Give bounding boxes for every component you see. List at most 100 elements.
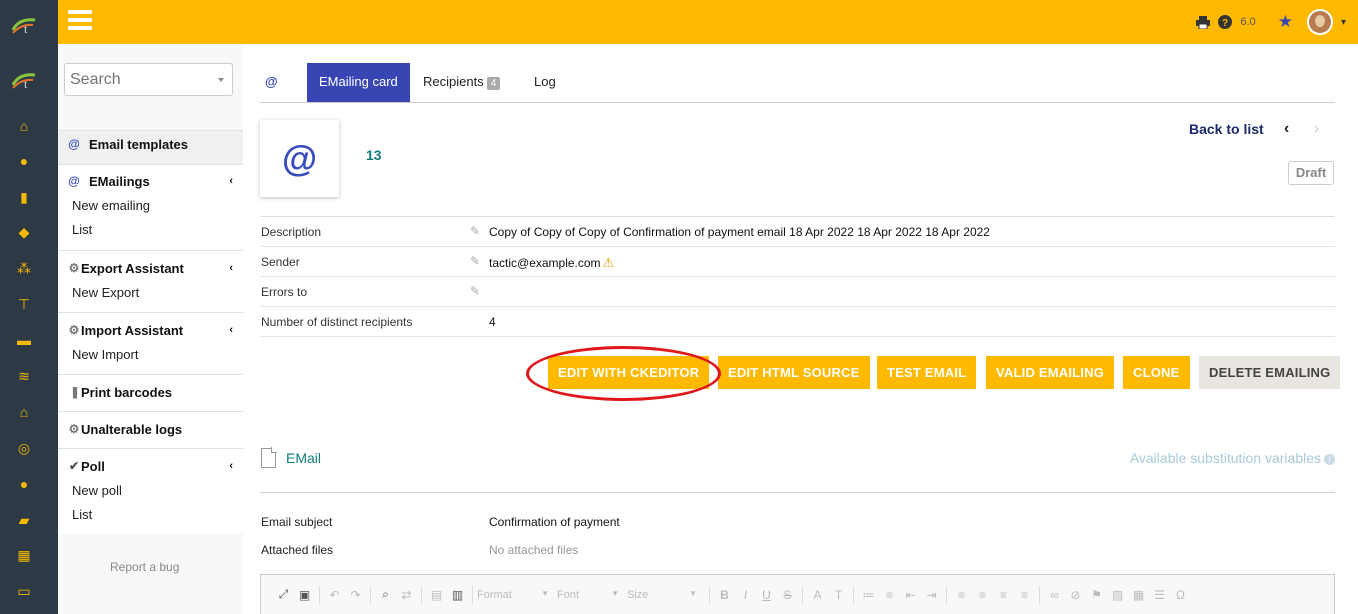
cubes-icon[interactable]: ⁂ [16, 260, 32, 276]
special-character-icon[interactable]: Ω [1170, 588, 1191, 602]
tab-recipients[interactable]: Recipients 4 [423, 63, 501, 102]
back-to-list-link[interactable]: Back to list [1189, 121, 1264, 137]
delete-emailing-button[interactable]: DELETE EMAILING [1199, 356, 1341, 389]
bank-icon[interactable]: ⌂ [16, 404, 32, 420]
home-icon[interactable]: ⌂ [16, 118, 32, 134]
menu-new-emailing[interactable]: New emailing [58, 194, 243, 218]
menu-email-templates[interactable]: @ Email templates [58, 130, 243, 164]
find-icon[interactable]: ⌕ [375, 587, 396, 602]
tab-at[interactable]: @ [265, 63, 278, 102]
preview-icon[interactable]: ▣ [294, 588, 315, 602]
menu-poll-head[interactable]: ✔ Poll ‹ [58, 453, 243, 479]
link-icon[interactable]: ∞ [1044, 588, 1065, 602]
toolbar-separator [802, 585, 803, 604]
align-right-icon[interactable]: ≡ [993, 588, 1014, 602]
chevron-left-icon[interactable]: ‹ [229, 262, 233, 274]
search-input[interactable] [65, 64, 205, 95]
redo-icon[interactable]: ↷ [345, 588, 366, 602]
align-left-icon[interactable]: ≡ [951, 588, 972, 602]
menu-poll-list[interactable]: List [58, 503, 243, 527]
chevron-down-icon[interactable]: ▾ [1341, 17, 1346, 28]
undo-icon[interactable]: ↶ [324, 588, 345, 602]
search-dropdown-caret-icon[interactable] [218, 78, 224, 82]
menu-export-head[interactable]: ⚙ Export Assistant ‹ [58, 255, 243, 281]
select-all-icon[interactable]: ▤ [426, 588, 447, 602]
chevron-left-icon[interactable]: ‹ [229, 324, 233, 336]
image-icon[interactable]: ▨ [1107, 588, 1128, 602]
help-icon[interactable]: ? [1218, 15, 1233, 29]
anchor-flag-icon[interactable]: ⚑ [1086, 588, 1107, 602]
test-email-button[interactable]: TEST EMAIL [877, 356, 977, 389]
numbered-list-icon[interactable]: ≔ [858, 588, 879, 602]
toolbar-separator [421, 585, 422, 604]
outdent-icon[interactable]: ⇤ [900, 588, 921, 602]
chevron-left-icon[interactable]: ‹ [229, 175, 233, 187]
menu-unalterable-logs[interactable]: ⚙ Unalterable logs [58, 411, 243, 448]
search-dollar-icon[interactable]: ◎ [16, 440, 32, 456]
align-center-icon[interactable]: ≡ [972, 588, 993, 602]
calendar-icon[interactable]: ▦ [16, 547, 32, 563]
menu-emailings-list[interactable]: List [58, 218, 243, 242]
indent-icon[interactable]: ⇥ [921, 588, 942, 602]
replace-icon[interactable]: ⇄ [396, 588, 417, 602]
menu-import-label: Import Assistant [81, 322, 184, 338]
align-justify-icon[interactable]: ≡ [1014, 588, 1035, 602]
printer-icon[interactable] [1196, 15, 1211, 29]
menu-new-export[interactable]: New Export [58, 281, 243, 305]
edit-html-source-button[interactable]: EDIT HTML SOURCE [718, 356, 870, 389]
hamburger-menu-icon[interactable] [68, 10, 92, 30]
spellcheck-icon[interactable]: ▥ [447, 588, 468, 602]
pencil-edit-icon[interactable]: ✎ [470, 224, 480, 238]
tab-log[interactable]: Log [534, 63, 556, 102]
briefcase-icon[interactable]: ▬ [16, 332, 32, 348]
tab-emailing-card[interactable]: EMailing card [307, 63, 410, 102]
text-color-icon[interactable]: A [807, 588, 828, 602]
strikethrough-icon[interactable]: S [777, 588, 798, 602]
size-select[interactable]: Size ▼ [627, 589, 697, 601]
font-select[interactable]: Font ▼ [557, 589, 619, 601]
menu-print-barcodes[interactable]: ||| Print barcodes [58, 374, 243, 411]
format-select[interactable]: Format ▼ [477, 589, 549, 601]
horizontal-line-icon[interactable]: ☰ [1149, 588, 1170, 602]
home-logo[interactable]: t [11, 71, 37, 91]
pencil-edit-icon[interactable]: ✎ [470, 254, 480, 268]
bulleted-list-icon[interactable]: ≡ [879, 588, 900, 602]
previous-record-icon[interactable]: ‹ [1284, 120, 1289, 138]
report-bug-link[interactable]: Report a bug [110, 560, 179, 574]
folder-icon[interactable]: ▰ [16, 512, 32, 528]
edit-with-ckeditor-button[interactable]: EDIT WITH CKEDITOR [548, 356, 710, 389]
at-icon: @ [68, 174, 80, 188]
building-icon[interactable]: ▮ [16, 189, 32, 205]
star-bookmark-icon[interactable]: ★ [1278, 12, 1293, 32]
search-box[interactable] [64, 63, 233, 96]
cube-icon[interactable]: ◆ [16, 224, 32, 240]
unlink-icon[interactable]: ⊘ [1065, 588, 1086, 602]
toolbar-separator [709, 585, 710, 604]
substitution-variables-link[interactable]: Available substitution variables i [1130, 450, 1335, 466]
menu-import-head[interactable]: ⚙ Import Assistant ‹ [58, 317, 243, 343]
chevron-down-icon: ▼ [611, 588, 619, 598]
sitemap-icon[interactable]: ⊤ [16, 296, 32, 312]
italic-icon[interactable]: I [735, 588, 756, 602]
user-icon[interactable]: ● [16, 153, 32, 169]
user-tie-icon[interactable]: ● [16, 476, 32, 492]
cash-register-icon[interactable]: ▭ [16, 583, 32, 599]
underline-icon[interactable]: U [756, 588, 777, 602]
clone-button[interactable]: CLONE [1123, 356, 1190, 389]
bold-icon[interactable]: B [714, 588, 735, 602]
table-icon[interactable]: ▦ [1128, 588, 1149, 602]
app-logo[interactable]: t [11, 16, 37, 36]
user-avatar[interactable] [1306, 9, 1333, 35]
menu-export-label: Export Assistant [81, 260, 184, 276]
menu-emailings-head[interactable]: @ EMailings ‹ [58, 168, 243, 194]
chevron-left-icon[interactable]: ‹ [229, 460, 233, 472]
menu-new-import[interactable]: New Import [58, 343, 243, 367]
email-subject-label: Email subject [261, 515, 333, 529]
gears-icon: ⚙ [68, 323, 80, 337]
pencil-edit-icon[interactable]: ✎ [470, 284, 480, 298]
menu-new-poll[interactable]: New poll [58, 479, 243, 503]
maximize-icon[interactable]: ⤢ [273, 587, 294, 602]
remove-format-icon[interactable]: T [828, 588, 849, 602]
valid-emailing-button[interactable]: VALID EMAILING [986, 356, 1114, 389]
coins-icon[interactable]: ≋ [16, 368, 32, 384]
